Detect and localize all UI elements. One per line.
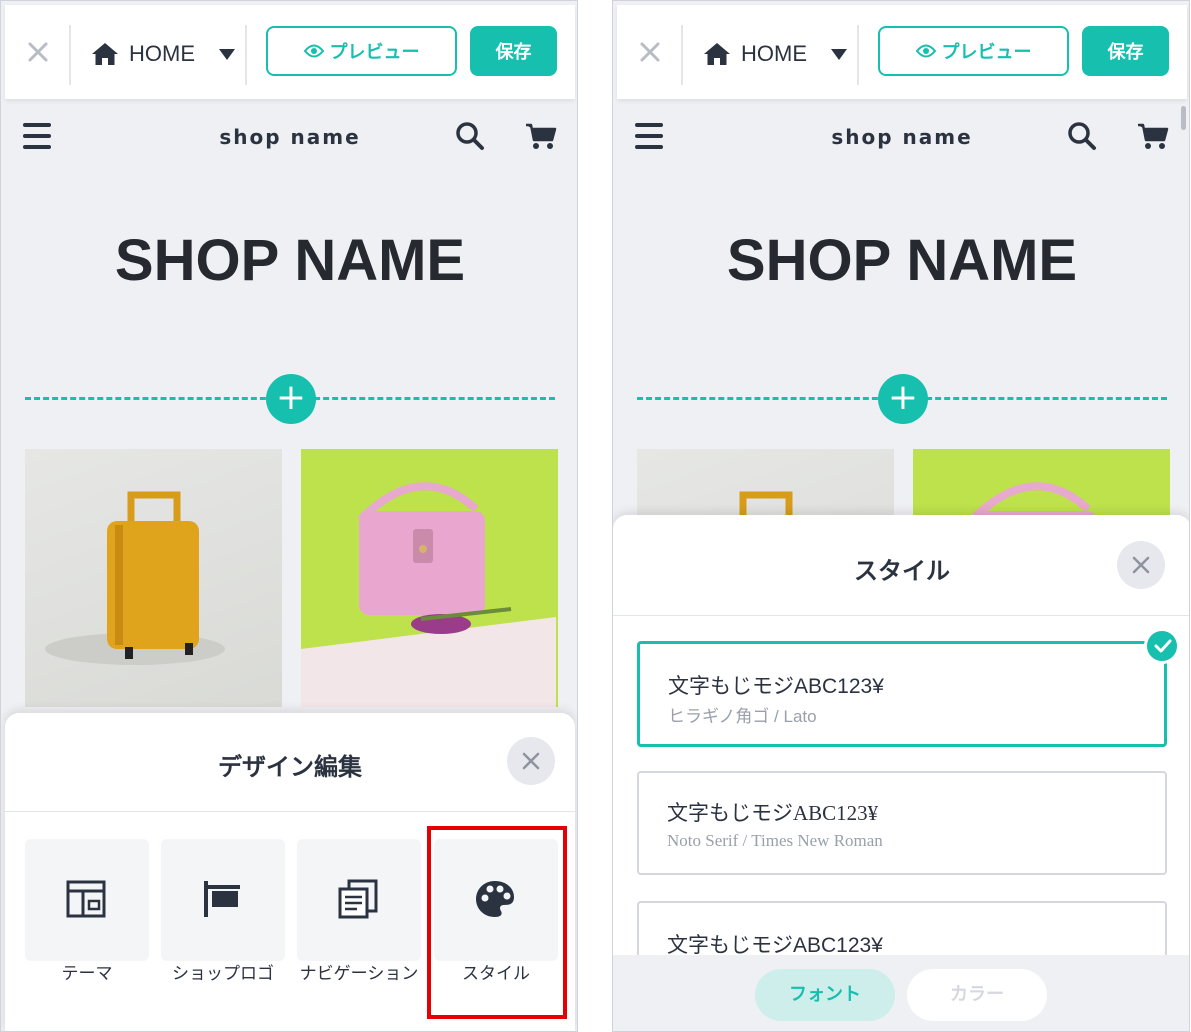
product-image-suitcase[interactable] [25, 449, 282, 707]
font-sample: 文字もじモジABC123¥ [667, 801, 879, 825]
add-section-button[interactable]: + [266, 374, 316, 424]
page-selector[interactable]: HOME [703, 39, 847, 69]
sheet-title: スタイル [854, 557, 950, 585]
chevron-down-icon [831, 48, 847, 60]
handbag-image [301, 482, 556, 707]
chevron-down-icon [219, 48, 235, 60]
sheet-title: デザイン編集 [218, 753, 362, 781]
shop-header: shop name [5, 101, 575, 173]
shop-name-hero: SHOP NAME [114, 228, 466, 293]
cart-icon[interactable] [1137, 123, 1169, 151]
page-selector[interactable]: HOME [91, 39, 235, 69]
tile-label: ナビゲーション [299, 964, 419, 984]
editor-panel-left: HOME プレビュー 保存 shop name SHOP NAME + デザイン… [0, 0, 578, 1032]
shop-name-hero: SHOP NAME [726, 228, 1078, 293]
save-button[interactable]: 保存 [470, 26, 557, 76]
product-image-handbag[interactable] [301, 449, 558, 707]
search-icon[interactable] [1067, 121, 1097, 151]
font-names: ヒラギノ角ゴ / Lato [668, 707, 817, 726]
close-button[interactable] [507, 737, 555, 785]
sheet-divider [613, 615, 1189, 616]
signboard-icon [204, 881, 240, 917]
toolbar-divider [245, 25, 247, 85]
editor-toolbar: HOME プレビュー 保存 [617, 5, 1187, 99]
close-icon[interactable] [639, 41, 661, 63]
page-selector-label: HOME [129, 41, 195, 66]
highlight-box [427, 826, 567, 1019]
font-sample: 文字もじモジABC123¥ [668, 675, 884, 698]
close-icon [1132, 556, 1150, 574]
close-icon [522, 752, 540, 770]
home-icon [92, 43, 118, 65]
tile-theme[interactable] [25, 839, 149, 961]
tile-label: ショップロゴ [172, 964, 274, 984]
eye-icon [915, 44, 936, 58]
tab-color[interactable]: カラー [907, 969, 1047, 1021]
eye-icon [303, 44, 324, 58]
tab-font[interactable]: フォント [755, 969, 895, 1021]
page-selector-label: HOME [741, 41, 807, 66]
style-tab-bar: フォント カラー [613, 955, 1189, 1031]
check-icon [1144, 628, 1180, 664]
preview-button[interactable]: プレビュー [878, 26, 1069, 76]
suitcase-image [45, 491, 225, 665]
toolbar-divider [857, 25, 859, 85]
toolbar-divider [69, 25, 71, 85]
style-option-2[interactable]: 文字もじモジABC123¥ Noto Serif / Times New Rom… [637, 771, 1167, 875]
font-names: Noto Serif / Times New Roman [667, 831, 883, 850]
layout-icon [66, 880, 106, 918]
shop-name-small: shop name [219, 125, 361, 149]
preview-button-label: プレビュー [941, 42, 1032, 63]
preview-button-label: プレビュー [329, 42, 420, 63]
search-icon[interactable] [455, 121, 485, 151]
home-icon [704, 43, 730, 65]
toolbar-divider [681, 25, 683, 85]
save-button[interactable]: 保存 [1082, 26, 1169, 76]
editor-panel-right: HOME プレビュー 保存 shop name SHOP NAME + スタイル… [612, 0, 1190, 1032]
tile-navigation[interactable] [297, 839, 421, 961]
sheet-divider [5, 811, 575, 812]
cart-icon[interactable] [525, 123, 557, 151]
editor-toolbar: HOME プレビュー 保存 [5, 5, 575, 99]
close-button[interactable] [1117, 541, 1165, 589]
add-section-button[interactable]: + [878, 374, 928, 424]
newspaper-icon [338, 879, 378, 919]
shop-name-small: shop name [831, 125, 973, 149]
preview-button[interactable]: プレビュー [266, 26, 457, 76]
style-option-1[interactable]: 文字もじモジABC123¥ ヒラギノ角ゴ / Lato [637, 628, 1180, 747]
shop-header: shop name [617, 101, 1187, 173]
tile-label: テーマ [61, 964, 113, 984]
close-icon[interactable] [27, 41, 49, 63]
tile-shop-logo[interactable] [161, 839, 285, 961]
